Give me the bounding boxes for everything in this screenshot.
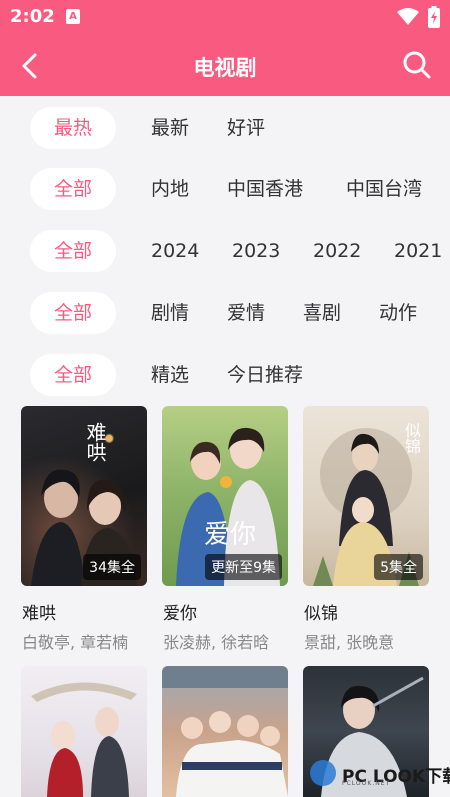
card-title[interactable]: 难哄 xyxy=(22,599,56,624)
poster-figures xyxy=(31,682,137,797)
filter-genre-option[interactable]: 剧情 xyxy=(151,292,189,334)
filter-year-option[interactable]: 2023 xyxy=(232,230,280,272)
wifi-icon xyxy=(397,8,419,25)
filter-extra-selected[interactable]: 全部 xyxy=(30,354,116,396)
poster-image[interactable]: 爱你 更新至9集 xyxy=(162,406,288,586)
filter-region-option[interactable]: 内地 xyxy=(151,168,189,210)
poster-image[interactable]: 似锦 5集全 xyxy=(303,406,429,586)
status-bar: 2:02 A xyxy=(0,0,450,34)
poster-image[interactable] xyxy=(162,666,288,797)
filter-extra-option[interactable]: 精选 xyxy=(151,354,189,396)
card-cast: 白敬亭, 章若楠 xyxy=(22,633,129,652)
filter-genre-option[interactable]: 动作 xyxy=(379,292,417,334)
filter-row-extra: 全部 精选 今日推荐 xyxy=(0,354,450,398)
search-icon[interactable] xyxy=(402,50,432,80)
filter-sort-selected[interactable]: 最热 xyxy=(30,107,116,149)
episode-badge: 更新至9集 xyxy=(205,554,282,580)
card-cast: 张凌赫, 徐若晗 xyxy=(163,633,270,652)
filter-sort-option[interactable]: 好评 xyxy=(227,107,265,149)
filter-region-selected[interactable]: 全部 xyxy=(30,168,116,210)
filter-genre-option[interactable]: 喜剧 xyxy=(303,292,341,334)
app-bar: 电视剧 xyxy=(0,34,450,96)
filter-year-option[interactable]: 2024 xyxy=(151,230,199,272)
filter-genre-option[interactable]: 爱情 xyxy=(227,292,265,334)
poster-figures xyxy=(162,666,288,797)
page-title: 电视剧 xyxy=(193,56,257,80)
watermark-logo: PC LOOK下载 PCLOOK.NET xyxy=(306,756,450,794)
card-title[interactable]: 爱你 xyxy=(163,599,197,624)
filter-sort-option[interactable]: 最新 xyxy=(151,107,189,149)
filter-row-region: 全部 内地 中国香港 中国台湾 xyxy=(0,168,450,212)
card-title[interactable]: 似锦 xyxy=(304,599,338,624)
filter-row-sort: 最热 最新 好评 xyxy=(0,107,450,151)
episode-badge: 5集全 xyxy=(374,554,423,580)
filter-year-option[interactable]: 2021 xyxy=(394,230,442,272)
filter-genre-selected[interactable]: 全部 xyxy=(30,292,116,334)
card-cast: 景甜, 张晚意 xyxy=(304,633,395,652)
notification-a-icon: A xyxy=(66,9,80,24)
filter-region-option[interactable]: 中国香港 xyxy=(227,168,303,210)
poster-image[interactable] xyxy=(21,666,147,797)
episode-badge: 34集全 xyxy=(83,554,141,580)
status-time: 2:02 xyxy=(10,6,55,27)
filter-row-genre: 全部 剧情 爱情 喜剧 动作 xyxy=(0,292,450,336)
poster-image[interactable]: 难哄 34集全 xyxy=(21,406,147,586)
watermark-subtext: PCLOOK.NET xyxy=(342,780,391,787)
battery-icon xyxy=(428,6,440,28)
watermark-circle-icon xyxy=(310,760,336,786)
filter-year-option[interactable]: 2022 xyxy=(313,230,361,272)
poster-title: 难哄 xyxy=(83,422,107,462)
poster-title: 似锦 xyxy=(402,422,421,454)
filter-row-year: 全部 2024 2023 2022 2021 xyxy=(0,230,450,274)
filter-extra-option[interactable]: 今日推荐 xyxy=(227,354,303,396)
filter-year-selected[interactable]: 全部 xyxy=(30,230,116,272)
poster-title: 爱你 xyxy=(204,520,257,550)
filter-region-option[interactable]: 中国台湾 xyxy=(346,168,422,210)
